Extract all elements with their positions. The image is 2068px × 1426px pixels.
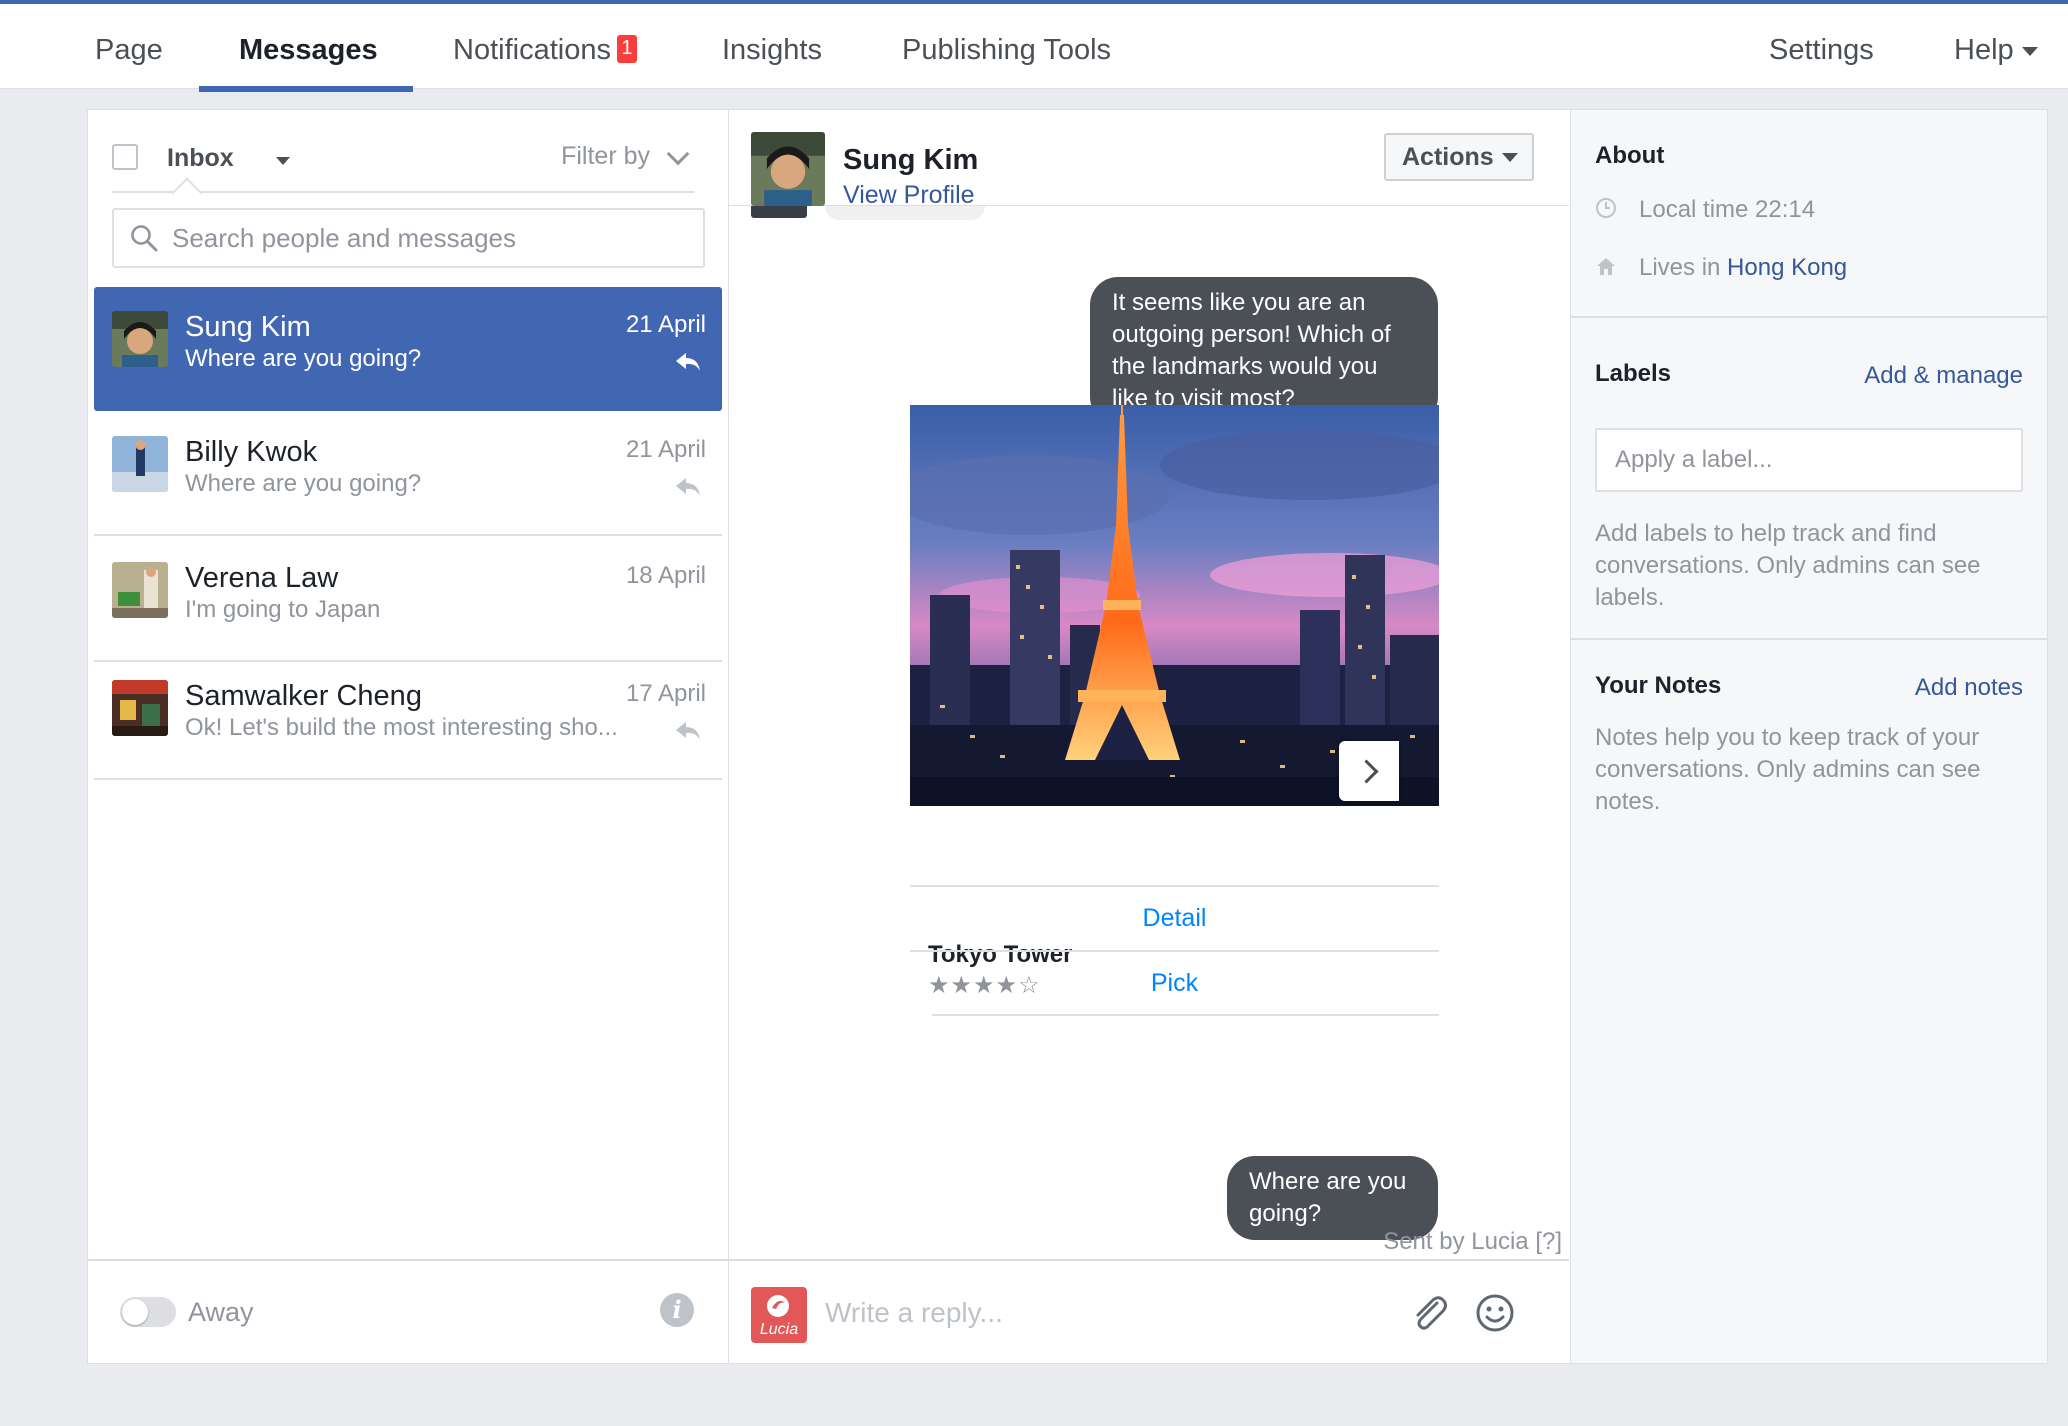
conversation-snippet: Ok! Let's build the most interesting sho… [185, 714, 618, 741]
chevron-down-icon [1502, 153, 1518, 162]
select-all-checkbox[interactable] [112, 144, 138, 170]
active-tab-indicator [199, 86, 413, 92]
away-toggle[interactable] [120, 1297, 176, 1327]
brand-logo-icon [767, 1295, 789, 1317]
conversation-date: 17 April [625, 680, 706, 707]
brand-name: Lucia [759, 1321, 799, 1338]
replied-icon [676, 722, 700, 740]
page-avatar: Lucia [751, 1287, 807, 1343]
add-manage-labels-link[interactable]: Add & manage [1864, 362, 2023, 390]
thread-header: Sung Kim View Profile Actions [729, 110, 1569, 209]
conversation-item-verena-law[interactable]: Verena Law I'm going to Japan 18 April [94, 538, 722, 662]
conversation-list-panel: Inbox Filter by Sung Kim Where are you g… [88, 110, 729, 1363]
filter-by-button[interactable]: Filter by [561, 142, 650, 171]
lives-in: Lives in Hong Kong [1595, 254, 1847, 282]
sent-by-label: Sent by Lucia [?] [1383, 1228, 1562, 1256]
hometown-link[interactable]: Hong Kong [1727, 254, 1847, 281]
dropdown-pointer [171, 177, 203, 209]
tab-help[interactable]: Help [1954, 8, 2038, 92]
conversation-name: Billy Kwok [185, 436, 318, 468]
replied-icon [676, 353, 700, 371]
labels-title: Labels [1595, 360, 1672, 387]
attachment-icon[interactable] [1407, 1291, 1451, 1335]
tab-notifications[interactable]: Notifications 1 [453, 8, 637, 92]
conversation-date: 21 April [625, 436, 706, 463]
tab-help-label: Help [1954, 34, 2014, 66]
contact-name: Sung Kim [843, 144, 979, 176]
about-section: About Local time 22:14 Lives in Hong Kon… [1571, 110, 2047, 318]
carousel-next-button[interactable] [1339, 741, 1399, 801]
tab-messages[interactable]: Messages [239, 8, 378, 92]
message-thread-panel: Sung Kim View Profile Actions It seems l… [729, 110, 1571, 1363]
actions-dropdown-button[interactable]: Actions [1384, 133, 1534, 181]
divider [932, 1014, 1439, 1016]
reply-input[interactable] [825, 1283, 1325, 1343]
conversation-snippet: Where are you going? [185, 345, 422, 372]
avatar [112, 311, 168, 367]
tab-notifications-label: Notifications [453, 34, 611, 66]
inbox-frame: Inbox Filter by Sung Kim Where are you g… [87, 109, 2048, 1364]
avatar [112, 562, 168, 618]
chevron-down-icon[interactable] [276, 157, 290, 165]
clock-icon [1596, 197, 1616, 218]
add-notes-link[interactable]: Add notes [1915, 674, 2023, 702]
labels-help-text: Add labels to help track and find conver… [1595, 520, 1981, 611]
outgoing-message: It seems like you are an outgoing person… [1090, 277, 1438, 425]
chevron-down-icon[interactable] [666, 142, 690, 166]
reply-composer: Lucia [729, 1259, 1569, 1363]
toggle-knob [122, 1299, 148, 1325]
conversation-date: 21 April [625, 311, 706, 338]
replied-icon [676, 478, 700, 496]
local-time: Local time 22:14 [1595, 196, 1815, 224]
conversation-date: 18 April [625, 562, 706, 589]
previous-message-avatar [751, 206, 807, 218]
chevron-down-icon [2021, 46, 2038, 56]
labels-section: Labels Add & manage Add labels to help t… [1571, 318, 2047, 640]
emoji-icon[interactable] [1473, 1291, 1517, 1335]
search-box [112, 208, 705, 268]
conversation-snippet: I'm going to Japan [185, 596, 381, 623]
notes-title: Your Notes [1595, 672, 1722, 699]
actions-label: Actions [1402, 142, 1494, 171]
conversation-snippet: Where are you going? [185, 470, 422, 497]
away-label: Away [188, 1297, 254, 1327]
pick-button[interactable]: Pick [910, 952, 1439, 1014]
tab-publishing-tools[interactable]: Publishing Tools [902, 8, 1111, 92]
top-nav: Page Messages Notifications 1 Insights Pu… [0, 0, 2068, 92]
tab-page[interactable]: Page [95, 8, 163, 92]
inbox-header: Inbox Filter by [112, 110, 694, 209]
contact-info-panel: About Local time 22:14 Lives in Hong Kon… [1571, 110, 2047, 1363]
info-icon[interactable]: i [660, 1293, 694, 1327]
conversation-item-samwalker-cheng[interactable]: Samwalker Cheng Ok! Let's build the most… [94, 656, 722, 780]
lives-in-prefix: Lives in [1639, 254, 1721, 281]
sent-by-text: Sent by Lucia [1383, 1228, 1529, 1255]
tab-insights[interactable]: Insights [722, 8, 822, 92]
tab-settings[interactable]: Settings [1769, 8, 1874, 92]
avatar [112, 436, 168, 492]
apply-label-input[interactable] [1595, 428, 2023, 492]
conversation-name: Verena Law [185, 562, 339, 594]
conversation-item-sung-kim[interactable]: Sung Kim Where are you going? 21 April [94, 287, 722, 411]
inbox-dropdown[interactable]: Inbox [167, 144, 234, 173]
search-icon [131, 225, 158, 252]
notes-help-text: Notes help you to keep track of your con… [1595, 724, 1981, 815]
conversation-item-billy-kwok[interactable]: Billy Kwok Where are you going? 21 April [94, 412, 722, 536]
conversation-name: Sung Kim [185, 311, 311, 343]
local-time-text: Local time 22:14 [1639, 196, 1816, 223]
about-title: About [1595, 142, 1665, 169]
notes-section: Your Notes Add notes Notes help you to k… [1571, 640, 2047, 840]
sent-by-help-link[interactable]: [?] [1535, 1228, 1562, 1255]
search-input[interactable] [172, 210, 692, 266]
view-profile-link[interactable]: View Profile [843, 181, 975, 210]
conversation-name: Samwalker Cheng [185, 680, 422, 712]
detail-button[interactable]: Detail [910, 887, 1439, 949]
avatar[interactable] [751, 132, 825, 206]
avatar [112, 680, 168, 736]
notification-badge: 1 [616, 35, 637, 64]
home-icon [1597, 257, 1615, 275]
away-status-bar: Away i [88, 1259, 728, 1363]
